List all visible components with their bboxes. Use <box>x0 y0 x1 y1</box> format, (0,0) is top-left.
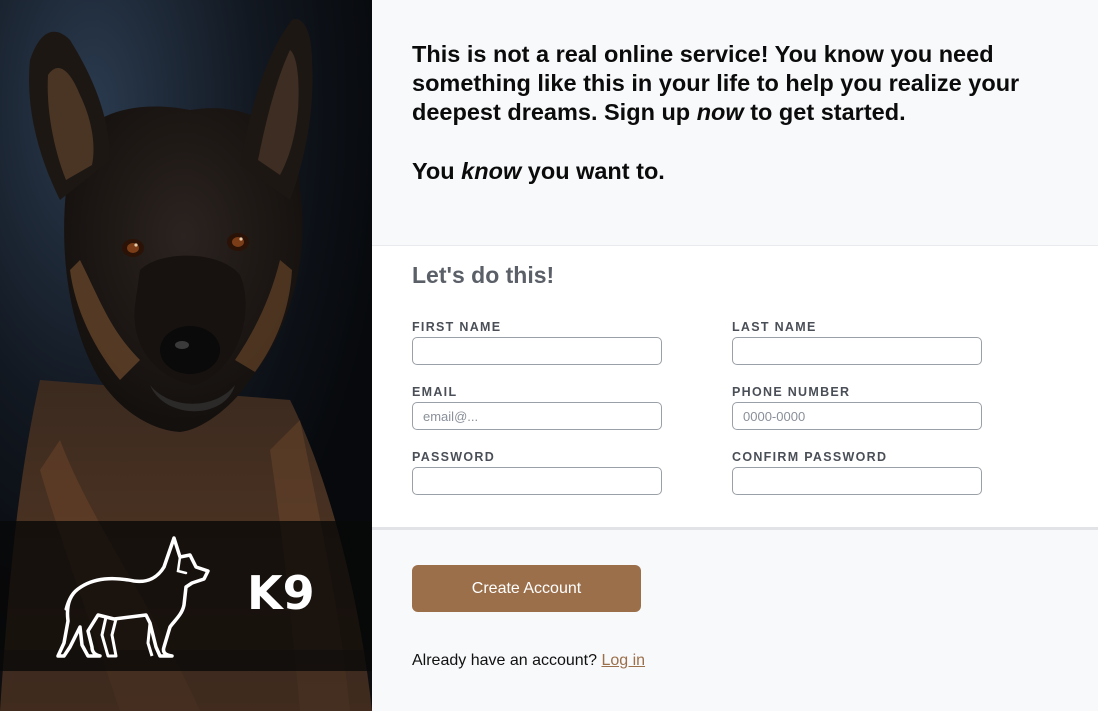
login-prompt: Already have an account? Log in <box>412 652 645 670</box>
intro-text: This is not a real online service! You k… <box>412 40 1096 186</box>
password-input[interactable] <box>412 467 662 495</box>
intro-paragraph-1: This is not a real online service! You k… <box>412 41 1020 125</box>
first-name-label: FIRST NAME <box>412 320 502 334</box>
phone-number-label: PHONE NUMBER <box>732 385 851 399</box>
first-name-input[interactable] <box>412 337 662 365</box>
intro-paragraph-2: You know you want to. <box>412 158 665 184</box>
last-name-input[interactable] <box>732 337 982 365</box>
email-input[interactable] <box>412 402 662 430</box>
german-shepherd-icon <box>56 536 210 658</box>
confirm-password-input[interactable] <box>732 467 982 495</box>
login-link[interactable]: Log in <box>601 652 645 669</box>
form-title: Let's do this! <box>412 262 555 288</box>
login-prompt-text: Already have an account? <box>412 652 602 669</box>
last-name-label: LAST NAME <box>732 320 817 334</box>
email-label: EMAIL <box>412 385 458 399</box>
create-account-button[interactable]: Create Account <box>412 565 641 612</box>
confirm-password-label: CONFIRM PASSWORD <box>732 450 888 464</box>
brand-name: K9 <box>247 566 315 620</box>
phone-number-input[interactable] <box>732 402 982 430</box>
password-label: PASSWORD <box>412 450 496 464</box>
